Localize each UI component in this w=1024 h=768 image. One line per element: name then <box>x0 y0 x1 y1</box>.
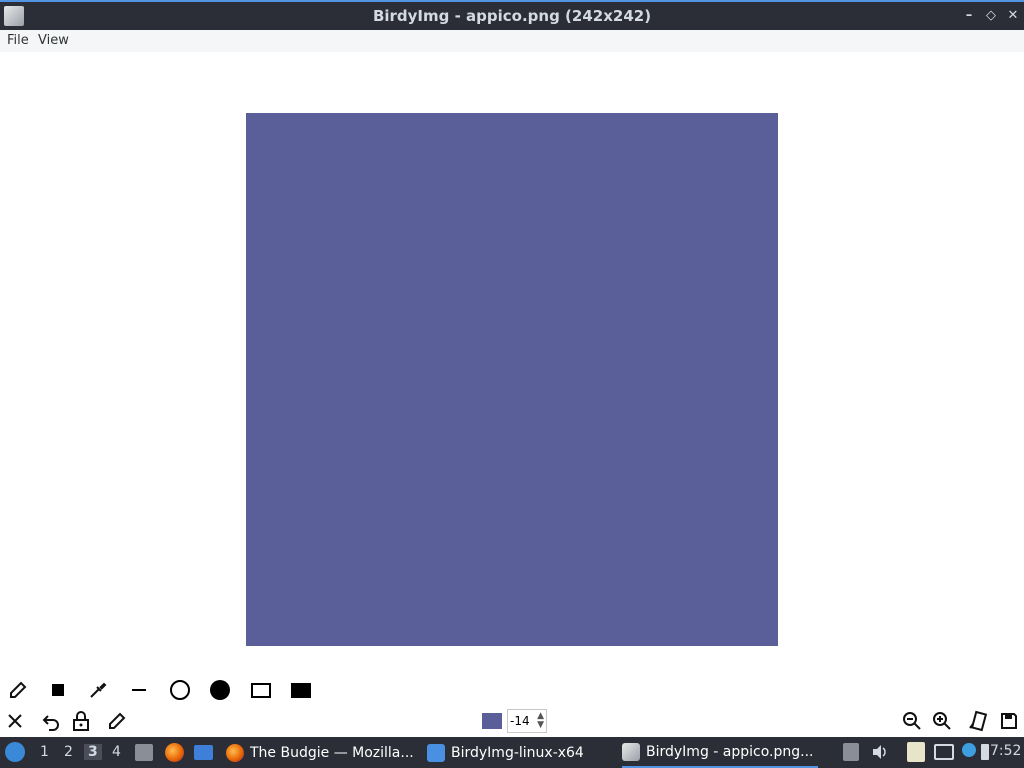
firefox-icon <box>226 743 244 762</box>
zoom-out-icon[interactable] <box>900 709 924 733</box>
undo-icon[interactable] <box>39 709 63 733</box>
close-button[interactable]: ✕ <box>1004 7 1022 25</box>
workspace-1[interactable]: 1 <box>40 744 49 760</box>
rectangle-outline-icon[interactable] <box>249 678 273 702</box>
lock-icon[interactable] <box>69 709 93 733</box>
task-birdyimg[interactable]: BirdyImg - appico.png... <box>622 737 818 768</box>
task-folder[interactable]: BirdyImg-linux-x64 <box>427 737 584 768</box>
workspace-4[interactable]: 4 <box>112 744 121 760</box>
maximize-button[interactable]: ◇ <box>982 7 1000 25</box>
desktop-launcher-icon[interactable] <box>194 745 213 760</box>
edit-pencil-icon[interactable] <box>105 709 129 733</box>
size-spinner[interactable]: -14 ▲ ▼ <box>507 709 547 733</box>
window-title: BirdyImg - appico.png (242x242) <box>372 7 652 25</box>
task-label: BirdyImg-linux-x64 <box>451 744 584 761</box>
network-icon[interactable] <box>934 744 954 760</box>
workspace-3[interactable]: 3 <box>84 744 102 760</box>
canvas-area <box>0 52 1024 672</box>
clock[interactable]: 7:52 <box>990 743 1021 759</box>
rectangle-filled-icon[interactable] <box>289 678 313 702</box>
menu-file[interactable]: File <box>7 33 29 48</box>
menu-view[interactable]: View <box>38 33 69 48</box>
trash-icon[interactable] <box>843 743 859 761</box>
volume-icon[interactable] <box>871 743 889 761</box>
circle-outline-icon[interactable] <box>168 678 192 702</box>
square-brush-icon[interactable] <box>46 678 70 702</box>
task-firefox[interactable]: The Budgie — Mozilla... <box>226 737 414 768</box>
firefox-launcher-icon[interactable] <box>165 743 184 762</box>
save-icon[interactable] <box>997 709 1021 733</box>
taskbar: 1 2 3 4 The Budgie — Mozilla... BirdyImg… <box>0 737 1024 768</box>
files-launcher-icon[interactable] <box>135 744 153 761</box>
pencil-tool-icon[interactable] <box>6 678 30 702</box>
spinner-arrows-icon[interactable]: ▲ ▼ <box>537 712 544 730</box>
eyedropper-icon[interactable] <box>86 678 110 702</box>
birdyimg-icon <box>622 742 640 761</box>
image-canvas[interactable] <box>246 113 778 646</box>
budgie-menu-icon[interactable] <box>5 742 25 762</box>
zoom-in-icon[interactable] <box>930 709 954 733</box>
workspace-2[interactable]: 2 <box>64 744 73 760</box>
menu-bar: File View <box>0 30 1024 52</box>
line-tool-icon[interactable] <box>127 678 151 702</box>
title-bar: BirdyImg - appico.png (242x242) – ◇ ✕ <box>0 0 1024 30</box>
size-value[interactable]: -14 <box>510 714 530 728</box>
minimize-button[interactable]: – <box>960 7 978 25</box>
task-label: BirdyImg - appico.png... <box>646 743 814 760</box>
clipboard-icon[interactable] <box>907 742 925 762</box>
notification-icon[interactable] <box>962 743 976 757</box>
close-icon[interactable] <box>3 709 27 733</box>
drive-icon[interactable] <box>981 744 989 760</box>
folder-icon <box>427 743 445 762</box>
color-swatch[interactable] <box>482 713 502 729</box>
circle-filled-icon[interactable] <box>208 678 232 702</box>
task-label: The Budgie — Mozilla... <box>250 744 414 761</box>
rotate-icon[interactable] <box>966 709 990 733</box>
